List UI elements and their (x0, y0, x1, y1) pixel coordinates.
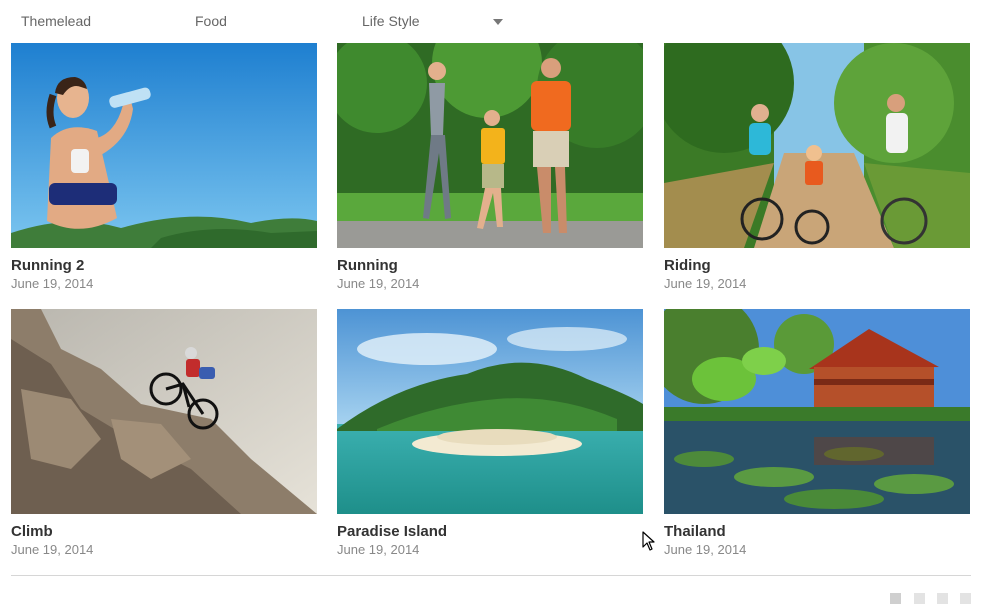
section-divider (11, 575, 971, 576)
post-title[interactable]: Climb (11, 523, 53, 540)
post-card: Paradise Island June 19, 2014 (337, 309, 644, 559)
post-date: June 19, 2014 (664, 276, 747, 291)
family-running-photo (337, 43, 643, 248)
thai-house-lily-pond-photo (664, 309, 970, 514)
tropical-island-photo (337, 309, 643, 514)
post-date: June 19, 2014 (664, 542, 747, 557)
post-thumbnail[interactable] (11, 43, 317, 248)
post-thumbnail[interactable] (337, 309, 643, 514)
post-card: Running 2 June 19, 2014 (11, 43, 318, 293)
post-title[interactable]: Thailand (664, 523, 726, 540)
post-card: Running June 19, 2014 (337, 43, 644, 293)
post-title[interactable]: Running (337, 257, 398, 274)
post-thumbnail[interactable] (11, 309, 317, 514)
filter-food[interactable]: Food (195, 13, 227, 29)
post-title[interactable]: Riding (664, 257, 711, 274)
page-dot-4[interactable] (960, 593, 971, 604)
post-card: Climb June 19, 2014 (11, 309, 318, 559)
post-date: June 19, 2014 (337, 542, 420, 557)
post-thumbnail[interactable] (664, 43, 970, 248)
post-card: Riding June 19, 2014 (664, 43, 971, 293)
post-date: June 19, 2014 (11, 542, 94, 557)
post-thumbnail[interactable] (664, 309, 970, 514)
family-bike-riding-photo (664, 43, 970, 248)
page-dot-2[interactable] (914, 593, 925, 604)
page-dot-3[interactable] (937, 593, 948, 604)
page-dot-1[interactable] (890, 593, 901, 604)
cyclist-on-rocks-photo (11, 309, 317, 514)
portfolio-page: Themelead Food Life Style Running 2 June… (0, 0, 983, 615)
filter-themelead[interactable]: Themelead (21, 13, 91, 29)
post-thumbnail[interactable] (337, 43, 643, 248)
post-title[interactable]: Running 2 (11, 257, 84, 274)
post-date: June 19, 2014 (11, 276, 94, 291)
filter-life-style[interactable]: Life Style (362, 13, 420, 29)
category-filter-bar: Themelead Food Life Style (0, 0, 983, 43)
mouse-cursor-icon (642, 531, 655, 551)
post-title[interactable]: Paradise Island (337, 523, 447, 540)
post-date: June 19, 2014 (337, 276, 420, 291)
woman-drinking-water-photo (11, 43, 317, 248)
chevron-down-icon[interactable] (493, 19, 503, 25)
post-card: Thailand June 19, 2014 (664, 309, 971, 559)
